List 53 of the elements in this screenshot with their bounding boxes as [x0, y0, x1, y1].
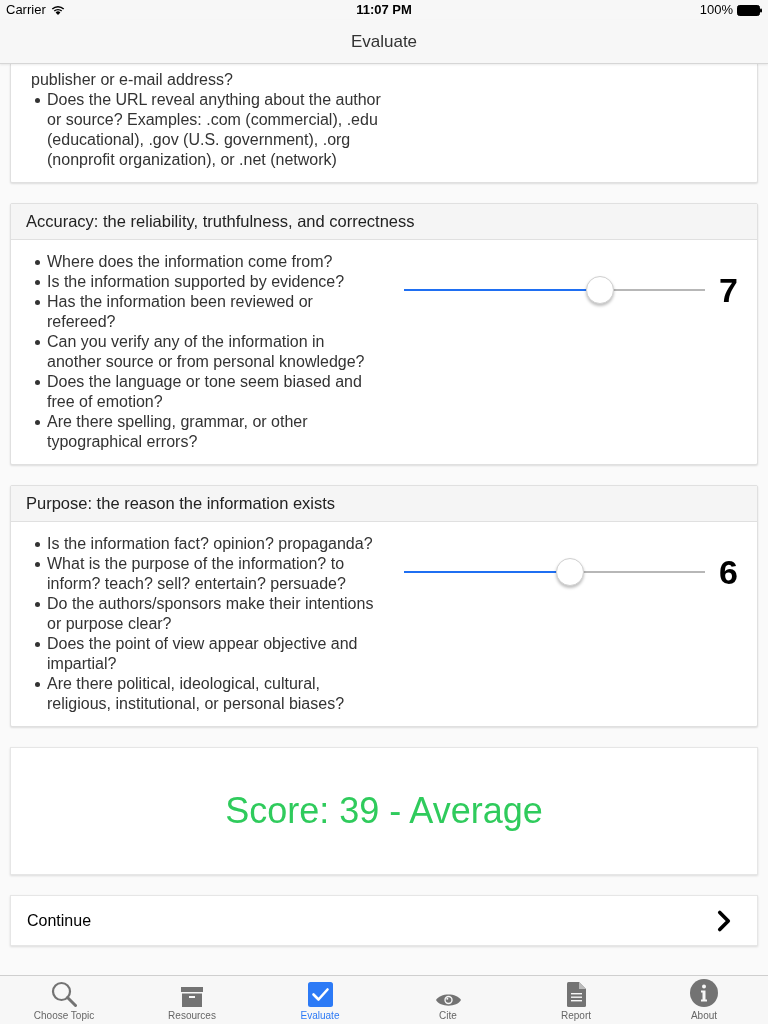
status-time: 11:07 PM	[356, 1, 412, 20]
question-text: Does the URL reveal anything about the author or source? Examples: .com (commercial), .edu (educational), .gov (U.S. government), .org (nonprofit organization), or .net (network)	[47, 90, 382, 170]
bullet-icon	[35, 299, 40, 305]
bullet-icon	[35, 681, 40, 687]
slider-thumb[interactable]	[555, 558, 584, 586]
card-title: Accuracy: the reliability, truthfulness, and correctness	[26, 211, 415, 233]
tab-item[interactable]: Choose Topic	[0, 976, 128, 1024]
document-icon	[566, 982, 586, 1007]
nav-title: Evaluate	[350, 30, 418, 53]
bullet-icon	[35, 601, 40, 607]
bullet-icon	[35, 641, 40, 647]
tab-item[interactable]: Evaluate	[256, 976, 384, 1024]
checkbox-icon	[307, 982, 333, 1007]
bullet-icon	[35, 561, 40, 567]
continue-button[interactable]: Continue	[10, 895, 758, 946]
slider-thumb[interactable]	[586, 276, 615, 304]
slider-value: 6	[719, 555, 738, 589]
question-text: Is the information fact? opinion? propaganda?	[47, 534, 374, 554]
search-icon	[51, 981, 77, 1007]
tab-item[interactable]: Report	[512, 976, 640, 1024]
question-text: Does the language or tone seem biased and free of emotion?	[47, 372, 363, 412]
card-title: Purpose: the reason the information exists	[26, 493, 336, 515]
battery-icon	[737, 4, 762, 16]
question-text: Can you verify any of the information in another source or from personal knowledge?	[47, 332, 366, 372]
bullet-icon	[35, 97, 40, 103]
bullet-icon	[35, 339, 40, 345]
question-text: publisher or e-mail address?	[31, 71, 233, 88]
question-text: Has the information been reviewed or refereed?	[47, 292, 314, 332]
archive-box-icon	[181, 987, 203, 1007]
slider[interactable]	[404, 276, 705, 304]
slider-value: 7	[719, 273, 738, 307]
bullet-icon	[35, 379, 40, 385]
question-text: Are there spelling, grammar, or other typographical errors?	[47, 412, 309, 452]
question-text: Does the point of view appear objective and impartial?	[47, 634, 359, 674]
question-text: What is the purpose of the information? to inform? teach? sell? entertain? persuade?	[47, 554, 347, 594]
tab-item[interactable]: Resources	[128, 976, 256, 1024]
bullet-icon	[35, 259, 40, 265]
eye-icon	[435, 993, 461, 1007]
score-text: Score: 39 - Average	[225, 789, 543, 833]
carrier-label: Carrier	[6, 1, 46, 20]
bullet-icon	[35, 541, 40, 547]
bullet-icon	[35, 419, 40, 425]
bullet-icon	[35, 279, 40, 285]
battery-percent: 100%	[699, 1, 733, 20]
slider[interactable]	[404, 558, 705, 586]
wifi-icon	[50, 5, 65, 15]
question-text: Are there political, ideological, cultural, religious, institutional, or personal biases?	[47, 674, 346, 714]
question-text: Where does the information come from?	[47, 252, 334, 272]
tab-item[interactable]: About	[640, 976, 768, 1024]
question-text: Is the information supported by evidence?	[47, 272, 346, 292]
info-icon	[690, 979, 718, 1007]
question-text: Do the authors/sponsors make their intentions or purpose clear?	[47, 594, 375, 634]
tab-item[interactable]: Cite	[384, 976, 512, 1024]
